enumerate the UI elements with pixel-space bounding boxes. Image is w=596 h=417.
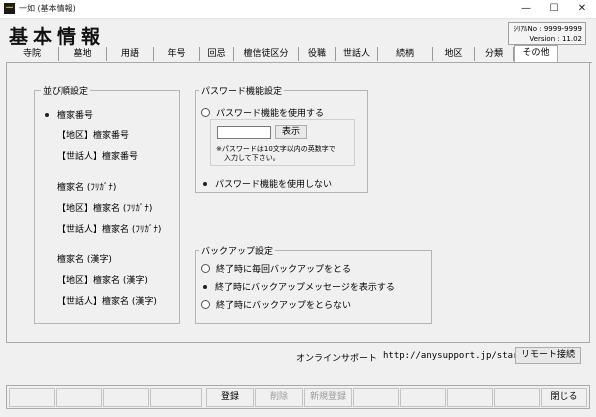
backup-never-option[interactable]: 終了時にバックアップをとらない bbox=[201, 298, 351, 311]
radio-icon bbox=[43, 183, 51, 191]
tab-era[interactable]: 年号 bbox=[154, 47, 200, 61]
toolbar-slot bbox=[150, 388, 202, 407]
new-register-button[interactable]: 新規登録 bbox=[304, 388, 352, 407]
minimize-button[interactable]: — bbox=[512, 0, 540, 18]
bottom-toolbar: 登録 削除 新規登録 閉じる bbox=[6, 385, 590, 409]
toolbar-slot bbox=[56, 388, 102, 407]
radio-icon bbox=[201, 264, 210, 273]
sort-option-district-number[interactable]: 【地区】檀家番号 bbox=[43, 128, 129, 141]
delete-button[interactable]: 削除 bbox=[255, 388, 303, 407]
maximize-button[interactable]: ☐ bbox=[540, 0, 568, 18]
toolbar-slot bbox=[447, 388, 493, 407]
remote-connect-button[interactable]: リモート接続 bbox=[515, 347, 581, 364]
radio-icon bbox=[43, 255, 51, 263]
sort-settings-legend: 並び順設定 bbox=[41, 84, 91, 97]
backup-message-option[interactable]: 終了時にバックアップメッセージを表示する bbox=[201, 280, 395, 293]
tab-other[interactable]: その他 bbox=[514, 45, 558, 62]
backup-always-option[interactable]: 終了時に毎回バックアップをとる bbox=[201, 262, 351, 275]
show-password-button[interactable]: 表示 bbox=[275, 125, 307, 139]
toolbar-slot bbox=[9, 388, 55, 407]
radio-icon bbox=[43, 225, 51, 233]
tab-relationship[interactable]: 続柄 bbox=[378, 47, 433, 61]
serial-info-box: ｼﾘｱﾙNo : 9999-9999 Version : 11.02 bbox=[508, 22, 586, 45]
backup-settings-legend: バックアップ設定 bbox=[199, 244, 276, 257]
radio-icon bbox=[43, 204, 51, 212]
tab-classification[interactable]: 分類 bbox=[475, 47, 514, 61]
tab-bar: 寺院 墓地 用語 年号 回忌 檀信徒区分 役職 世話人 続柄 地区 分類 その他 bbox=[6, 45, 592, 63]
sort-option-number[interactable]: 檀家番号 bbox=[43, 108, 93, 121]
radio-icon bbox=[201, 108, 210, 117]
toolbar-slot bbox=[103, 388, 149, 407]
version-number: Version : 11.02 bbox=[529, 35, 582, 43]
tab-terms[interactable]: 用語 bbox=[107, 47, 154, 61]
password-nouse-option[interactable]: パスワード機能を使用しない bbox=[201, 177, 332, 190]
sort-option-district-name-kana[interactable]: 【地区】檀家名 (ﾌﾘｶﾞﾅ) bbox=[43, 201, 152, 214]
close-button[interactable]: 閉じる bbox=[541, 388, 587, 407]
app-icon: 一 bbox=[4, 3, 15, 14]
sort-option-name-kana[interactable]: 檀家名 (ﾌﾘｶﾞﾅ) bbox=[43, 180, 116, 193]
password-use-option[interactable]: パスワード機能を使用する bbox=[201, 106, 324, 119]
password-note: ※パスワードは10文字以内の英数字で 入力して下さい。 bbox=[216, 145, 336, 162]
radio-icon bbox=[43, 276, 51, 284]
online-support-label: オンラインサポート bbox=[296, 354, 378, 364]
toolbar-slot bbox=[353, 388, 399, 407]
register-button[interactable]: 登録 bbox=[206, 388, 254, 407]
sort-option-caretaker-number[interactable]: 【世話人】檀家番号 bbox=[43, 149, 138, 162]
radio-icon bbox=[201, 180, 209, 188]
radio-icon bbox=[201, 300, 210, 309]
page-title: 基本情報 bbox=[9, 26, 106, 48]
radio-icon bbox=[201, 283, 209, 291]
sort-option-name-kanji[interactable]: 檀家名 (漢字) bbox=[43, 252, 112, 265]
tab-memorial[interactable]: 回忌 bbox=[200, 47, 234, 61]
close-window-button[interactable]: ✕ bbox=[568, 0, 596, 18]
tab-position[interactable]: 役職 bbox=[299, 47, 336, 61]
window-title: 一如 (基本情報) bbox=[19, 4, 76, 13]
sort-option-caretaker-name-kana[interactable]: 【世話人】檀家名 (ﾌﾘｶﾞﾅ) bbox=[43, 222, 161, 235]
serial-number: ｼﾘｱﾙNo : 9999-9999 bbox=[513, 25, 582, 33]
sort-option-caretaker-name-kanji[interactable]: 【世話人】檀家名 (漢字) bbox=[43, 294, 157, 307]
support-url[interactable]: http://anysupport.jp/stars/ bbox=[383, 351, 529, 361]
tab-parishioner-category[interactable]: 檀信徒区分 bbox=[234, 47, 299, 61]
toolbar-slot bbox=[400, 388, 446, 407]
password-input[interactable] bbox=[217, 126, 271, 139]
radio-icon bbox=[43, 152, 51, 160]
tab-caretaker[interactable]: 世話人 bbox=[336, 47, 378, 61]
radio-icon bbox=[43, 297, 51, 305]
toolbar-slot bbox=[494, 388, 540, 407]
radio-icon bbox=[43, 111, 51, 119]
window-title-bar[interactable]: 一 一如 (基本情報) — ☐ ✕ bbox=[0, 0, 596, 19]
tab-cemetery[interactable]: 墓地 bbox=[59, 47, 107, 61]
tab-temple[interactable]: 寺院 bbox=[6, 47, 59, 61]
radio-icon bbox=[43, 131, 51, 139]
sort-option-district-name-kanji[interactable]: 【地区】檀家名 (漢字) bbox=[43, 273, 148, 286]
tab-district[interactable]: 地区 bbox=[433, 47, 475, 61]
password-settings-legend: パスワード機能設定 bbox=[199, 84, 285, 97]
